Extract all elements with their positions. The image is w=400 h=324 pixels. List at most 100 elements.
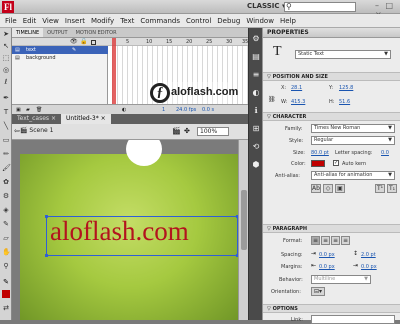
- menu-insert[interactable]: Insert: [62, 17, 88, 25]
- align-icon[interactable]: ≡: [251, 70, 261, 80]
- letter-spacing-value[interactable]: 0.0: [381, 150, 389, 156]
- paint-bucket-icon[interactable]: ◈: [2, 206, 10, 214]
- 3d-rotation-icon[interactable]: ◎: [2, 66, 10, 74]
- link-lock-icon[interactable]: ⛓: [268, 96, 276, 103]
- bone-tool-icon[interactable]: ⚙: [2, 192, 10, 200]
- outline-icon[interactable]: [91, 40, 96, 45]
- behavior-select[interactable]: Multiline ▼: [311, 275, 371, 284]
- font-family-select[interactable]: Times New Roman ▼: [311, 124, 395, 133]
- selectable-text-icon[interactable]: Ab: [311, 184, 321, 193]
- layer-row-text[interactable]: text ✎: [12, 46, 108, 54]
- orientation-select-icon[interactable]: ⊟▾: [311, 287, 325, 296]
- section-options[interactable]: ▽ OPTIONS: [263, 304, 400, 313]
- info-icon[interactable]: ℹ: [251, 106, 261, 116]
- text-type-select[interactable]: Static Text ▼: [295, 50, 391, 59]
- pencil-tool-icon[interactable]: ✏: [2, 150, 10, 158]
- stage[interactable]: aloflash.com: [20, 140, 238, 320]
- menu-modify[interactable]: Modify: [88, 17, 117, 25]
- subselection-tool-icon[interactable]: ↖: [2, 42, 10, 50]
- menu-help[interactable]: Help: [277, 17, 299, 25]
- resize-handle[interactable]: [45, 215, 48, 218]
- eyedropper-icon[interactable]: ✎: [2, 220, 10, 228]
- indent-value[interactable]: 0.0 px: [319, 252, 335, 258]
- hand-tool-icon[interactable]: ✋: [2, 248, 11, 256]
- size-value[interactable]: 80.0 pt: [311, 150, 329, 156]
- color-icon[interactable]: ◐: [251, 88, 261, 98]
- eraser-tool-icon[interactable]: ▱: [2, 234, 10, 242]
- library-icon[interactable]: ▤: [251, 52, 261, 62]
- auto-kern-checkbox[interactable]: ✓: [333, 160, 339, 166]
- tab-output[interactable]: OUTPUT: [43, 28, 71, 37]
- history-icon[interactable]: ⟲: [251, 142, 261, 152]
- fill-color-swatch[interactable]: [2, 290, 10, 298]
- menu-commands[interactable]: Commands: [137, 17, 183, 25]
- x-value[interactable]: 28.1: [291, 85, 302, 91]
- scene-label[interactable]: 🎬 Scene 1: [20, 127, 53, 134]
- menu-view[interactable]: View: [39, 17, 62, 25]
- y-value[interactable]: 125.8: [339, 85, 353, 91]
- menu-edit[interactable]: Edit: [20, 17, 40, 25]
- chevron-down-icon: ▼: [388, 172, 392, 178]
- tab-text-cases[interactable]: Text_cases ×: [12, 114, 61, 124]
- scrollbar-thumb[interactable]: [241, 190, 247, 250]
- playhead[interactable]: [112, 38, 116, 104]
- back-arrow-icon[interactable]: ⇦: [14, 127, 20, 135]
- section-title: CHARACTER: [272, 114, 307, 120]
- visibility-icon[interactable]: 👁: [70, 38, 78, 46]
- menu-text[interactable]: Text: [117, 17, 137, 25]
- section-paragraph[interactable]: ▽ PARAGRAPH: [263, 224, 400, 233]
- left-margin-value[interactable]: 0.0 px: [319, 264, 335, 270]
- anti-alias-select[interactable]: Anti-alias for animation ▼: [311, 171, 395, 180]
- line-tool-icon[interactable]: ╲: [2, 122, 10, 130]
- resize-handle[interactable]: [45, 254, 48, 257]
- h-value[interactable]: 51.6: [339, 99, 350, 105]
- layer-row-background[interactable]: background: [12, 54, 108, 62]
- brush-tool-icon[interactable]: 🖌: [2, 164, 11, 172]
- properties-icon[interactable]: ⚙: [251, 34, 261, 44]
- selection-tool-icon[interactable]: ➤: [2, 30, 10, 38]
- w-value[interactable]: 415.3: [291, 99, 305, 105]
- section-position[interactable]: ▽ POSITION AND SIZE: [263, 72, 400, 81]
- pen-tool-icon[interactable]: ✒: [2, 94, 10, 102]
- stage-text[interactable]: aloflash.com: [50, 216, 189, 247]
- menu-debug[interactable]: Debug: [214, 17, 243, 25]
- align-center-icon[interactable]: ≡: [321, 236, 330, 245]
- workspace-switcher[interactable]: CLASSIC ▾: [247, 2, 285, 10]
- line-spacing-value[interactable]: 2.0 pt: [361, 252, 376, 258]
- section-character[interactable]: ▽ CHARACTER: [263, 112, 400, 121]
- right-margin-value[interactable]: 0.0 px: [361, 264, 377, 270]
- rectangle-tool-icon[interactable]: ▭: [2, 136, 10, 144]
- zoom-select[interactable]: 100%: [197, 127, 229, 136]
- align-left-icon[interactable]: ≡: [311, 236, 320, 245]
- align-justify-icon[interactable]: ≡: [341, 236, 350, 245]
- transform-icon[interactable]: ⊞: [251, 124, 261, 134]
- font-style-select[interactable]: Regular ▼: [311, 136, 395, 145]
- show-border-icon[interactable]: ▣: [335, 184, 345, 193]
- tab-timeline[interactable]: TIMELINE: [12, 28, 44, 37]
- vertical-scrollbar[interactable]: [238, 140, 248, 320]
- tab-untitled-3[interactable]: Untitled-3* ×: [61, 114, 111, 124]
- deco-tool-icon[interactable]: ✿: [2, 178, 10, 186]
- stroke-color-icon[interactable]: ✎: [2, 278, 10, 286]
- text-color-swatch[interactable]: [311, 160, 325, 167]
- components-icon[interactable]: ⬢: [251, 160, 261, 170]
- tab-motion-editor[interactable]: MOTION EDITOR: [72, 28, 121, 37]
- align-right-icon[interactable]: ≡: [331, 236, 340, 245]
- swap-colors-icon[interactable]: ⇄: [2, 304, 10, 312]
- zoom-tool-icon[interactable]: ⚲: [2, 262, 10, 270]
- superscript-icon[interactable]: T¹: [375, 184, 385, 193]
- lock-icon[interactable]: 🔒: [80, 38, 87, 46]
- watermark-text: aloflash.com: [171, 86, 239, 98]
- menu-file[interactable]: File: [2, 17, 20, 25]
- render-html-icon[interactable]: ◇: [323, 184, 333, 193]
- text-tool-icon[interactable]: T: [2, 108, 10, 116]
- edit-symbol-icon[interactable]: ✤: [184, 127, 190, 135]
- w-label: W:: [281, 99, 288, 105]
- edit-scene-icon[interactable]: 🎬: [172, 127, 181, 135]
- menu-window[interactable]: Window: [243, 17, 277, 25]
- subscript-icon[interactable]: T₁: [387, 184, 397, 193]
- search-input[interactable]: [284, 2, 356, 12]
- free-transform-icon[interactable]: ⬚: [2, 54, 10, 62]
- menu-control[interactable]: Control: [183, 17, 214, 25]
- lasso-tool-icon[interactable]: ℓ: [2, 78, 10, 86]
